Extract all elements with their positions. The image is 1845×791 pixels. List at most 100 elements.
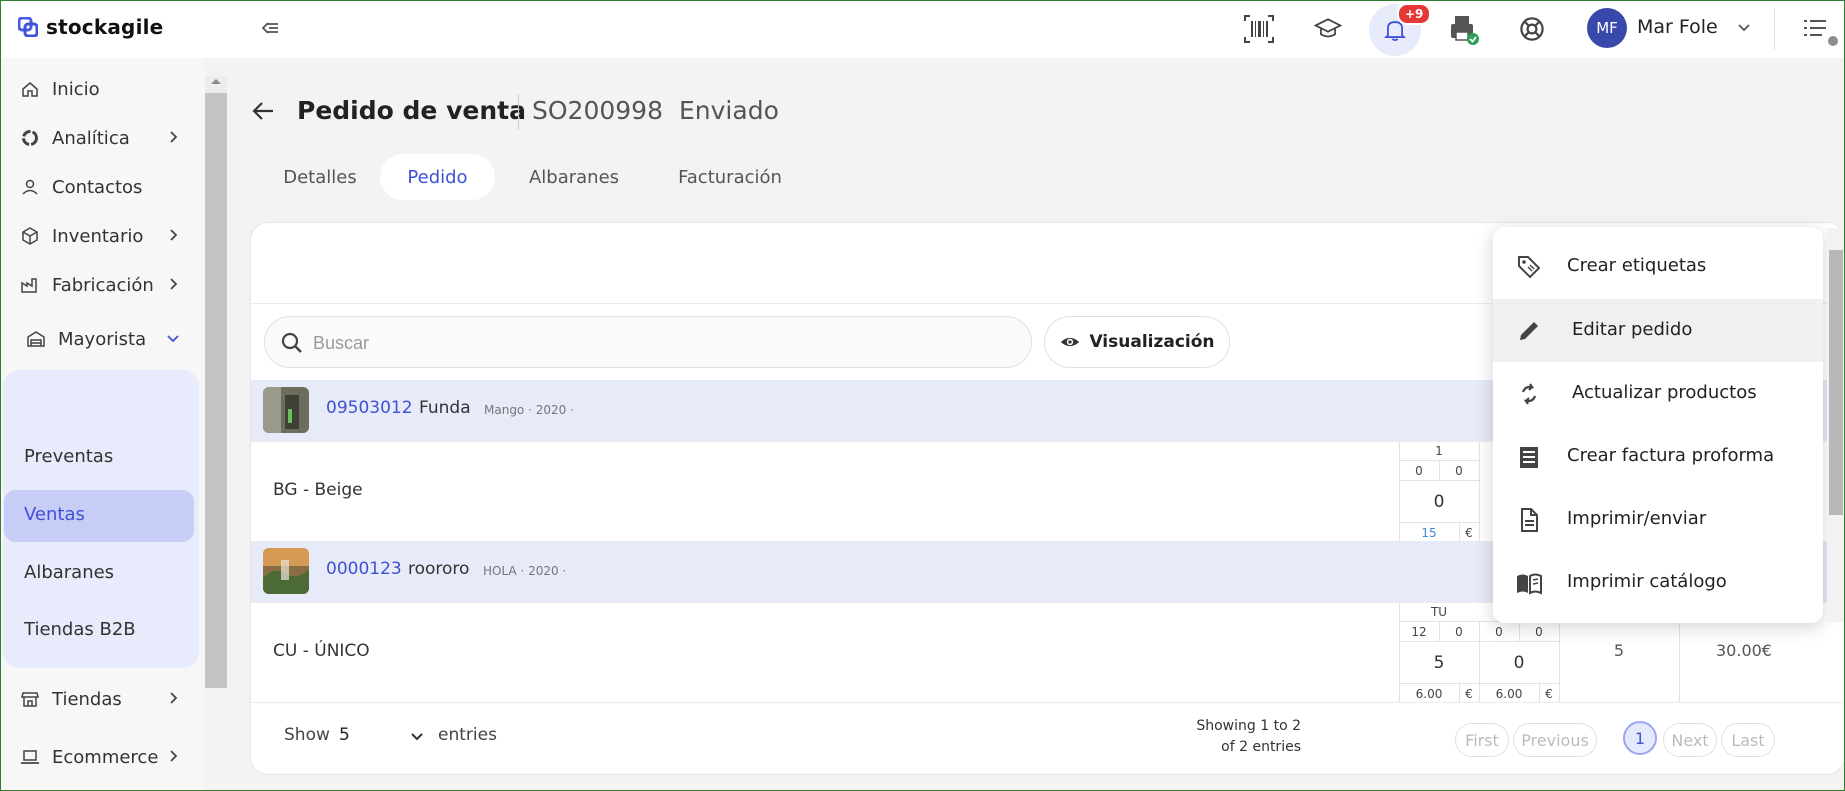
visualization-button[interactable]: Visualización	[1044, 316, 1230, 368]
pagination-current-page[interactable]: 1	[1623, 721, 1657, 755]
sidebar-item-label: Inicio	[52, 78, 100, 100]
logo-icon	[18, 17, 38, 37]
menu-item-crear-etiquetas[interactable]: Crear etiquetas	[1493, 235, 1823, 298]
size-subvalue: 0	[1415, 464, 1423, 478]
product-meta: Mango · 2020 ·	[484, 403, 574, 417]
menu-item-imprimir-catalogo[interactable]: Imprimir catálogo	[1493, 551, 1823, 614]
product-thumbnail	[263, 548, 309, 594]
sidebar-subitem-tiendas-b2b[interactable]: Tiendas B2B	[24, 619, 136, 640]
menu-item-label: Imprimir catálogo	[1567, 571, 1727, 592]
chevron-down-icon[interactable]	[409, 729, 425, 745]
refresh-icon	[1521, 383, 1537, 405]
chevron-down-icon[interactable]	[1735, 18, 1753, 36]
product-code[interactable]: 0000123	[326, 559, 402, 579]
title-divider	[518, 94, 519, 130]
showing-entries-info: Showing 1 to 2 of 2 entries	[1111, 716, 1301, 758]
content-scrollbar-thumb[interactable]	[1829, 250, 1843, 515]
size-header: 1	[1435, 444, 1443, 458]
logo[interactable]: stockagile	[18, 15, 163, 39]
product-thumbnail	[263, 387, 309, 433]
menu-item-imprimir-enviar[interactable]: Imprimir/enviar	[1493, 488, 1823, 551]
search-box[interactable]	[264, 316, 1032, 368]
sidebar-subitem-ventas[interactable]: Ventas	[24, 504, 85, 525]
top-bar: stockagile +9 MF Mar Fole	[0, 0, 1845, 58]
product-name: Funda	[419, 398, 471, 418]
menu-item-crear-factura-proforma[interactable]: Crear factura proforma	[1493, 425, 1823, 488]
quantity-value[interactable]: 0	[1479, 653, 1559, 673]
tab-pedido[interactable]: Pedido	[380, 154, 495, 200]
laptop-icon	[21, 750, 39, 764]
sidebar-item-tiendas[interactable]: Tiendas	[20, 684, 180, 714]
showing-line: Showing 1 to 2	[1196, 718, 1301, 734]
tab-detalles[interactable]: Detalles	[260, 154, 380, 200]
tab-facturacion[interactable]: Facturación	[665, 154, 795, 200]
product-code[interactable]: 09503012	[326, 398, 413, 418]
show-label: Show	[284, 725, 330, 745]
sidebar-item-label: Fabricación	[52, 274, 154, 296]
sidebar-item-contactos[interactable]: Contactos	[20, 172, 180, 202]
barcode-icon[interactable]	[1242, 12, 1276, 46]
size-subvalue: 0	[1455, 464, 1463, 478]
page-size-select[interactable]: 5	[339, 725, 350, 745]
tag-icon	[1518, 256, 1541, 279]
pagination-previous[interactable]: Previous	[1513, 723, 1597, 757]
user-avatar[interactable]: MF	[1587, 8, 1627, 48]
sidebar-item-label: Contactos	[52, 176, 143, 198]
order-status: Enviado	[679, 96, 779, 125]
sidebar-subitem-albaranes[interactable]: Albaranes	[24, 562, 114, 583]
pagination-last[interactable]: Last	[1721, 723, 1775, 757]
search-icon	[281, 332, 302, 353]
eye-icon	[1061, 337, 1080, 347]
currency-symbol: €	[1545, 687, 1553, 701]
tab-albaranes[interactable]: Albaranes	[515, 154, 633, 200]
size-subvalue: 12	[1411, 625, 1427, 639]
grid-line	[1479, 442, 1480, 542]
total-amount: 30.00€	[1716, 641, 1772, 660]
collapse-sidebar-icon[interactable]	[258, 16, 282, 40]
scroll-up-arrow-icon[interactable]	[209, 76, 223, 86]
pagination-first[interactable]: First	[1455, 723, 1509, 757]
divider	[251, 702, 1844, 703]
sidebar-item-inicio[interactable]: Inicio	[20, 74, 180, 104]
grid-line	[1399, 480, 1479, 481]
document-icon	[1521, 508, 1538, 532]
sidebar-item-label: Ecommerce	[52, 746, 159, 768]
menu-item-label: Imprimir/enviar	[1567, 508, 1707, 529]
grid-line	[1399, 641, 1559, 642]
sidebar-item-mayorista[interactable]: Mayorista	[26, 324, 186, 354]
store-icon	[21, 692, 39, 707]
chevron-right-icon	[170, 692, 178, 704]
status-dot	[1826, 34, 1840, 48]
sidebar-scrollbar-thumb[interactable]	[205, 93, 227, 688]
sidebar-item-inventario[interactable]: Inventario	[20, 221, 180, 251]
home-icon	[22, 82, 38, 97]
sidebar-item-fabricacion[interactable]: Fabricación	[20, 270, 180, 300]
menu-item-label: Editar pedido	[1572, 319, 1693, 340]
currency-symbol: €	[1465, 687, 1473, 701]
size-subvalue: 0	[1495, 625, 1503, 639]
size-subvalue: 0	[1455, 625, 1463, 639]
help-lifebuoy-icon[interactable]	[1515, 12, 1549, 46]
grid-line	[1399, 683, 1559, 684]
divider	[1774, 8, 1775, 50]
back-arrow-icon[interactable]	[250, 98, 276, 124]
price-value: 6.00	[1495, 687, 1523, 701]
chevron-right-icon	[170, 750, 178, 762]
quantity-value[interactable]: 5	[1399, 653, 1479, 673]
sidebar-item-ecommerce[interactable]: Ecommerce	[20, 742, 180, 772]
visualization-label: Visualización	[1089, 332, 1215, 352]
sidebar-item-label: Analítica	[52, 127, 130, 149]
sidebar-subitem-preventas[interactable]: Preventas	[24, 446, 113, 467]
pagination-next[interactable]: Next	[1663, 723, 1717, 757]
entries-label: entries	[438, 725, 497, 745]
search-input[interactable]	[313, 329, 1013, 357]
user-name[interactable]: Mar Fole	[1637, 16, 1718, 38]
printer-status-icon[interactable]	[1447, 12, 1481, 46]
menu-item-editar-pedido[interactable]: Editar pedido	[1493, 299, 1823, 362]
graduation-cap-icon[interactable]	[1311, 12, 1345, 46]
menu-item-actualizar-productos[interactable]: Actualizar productos	[1493, 362, 1823, 425]
notification-badge: +9	[1397, 3, 1432, 25]
actions-dropdown-menu: Crear etiquetas Editar pedido Actualizar…	[1493, 227, 1823, 623]
quantity-value[interactable]: 0	[1399, 492, 1479, 512]
sidebar-item-analitica[interactable]: Analítica	[20, 123, 180, 153]
